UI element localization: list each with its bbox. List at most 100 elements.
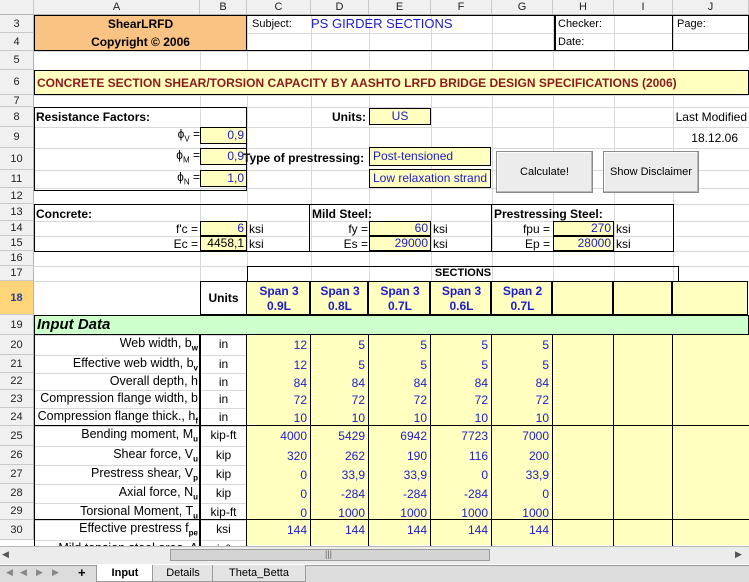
table-cell[interactable]: 6942 <box>369 429 427 443</box>
table-cell[interactable]: 1000 <box>369 506 427 520</box>
table-cell[interactable]: 144 <box>247 523 307 537</box>
column-header[interactable]: A <box>34 0 200 15</box>
table-cell[interactable]: 84 <box>369 376 427 390</box>
row-header[interactable]: 7 <box>0 95 34 107</box>
table-cell[interactable]: 84 <box>311 376 365 390</box>
table-cell[interactable]: 1000 <box>431 506 488 520</box>
table-cell[interactable]: 12 <box>247 358 307 372</box>
tab-details[interactable]: Details <box>152 565 214 582</box>
row-header[interactable]: 16 <box>0 251 34 266</box>
table-cell[interactable]: 7000 <box>492 429 549 443</box>
row-header[interactable]: 17 <box>0 266 34 281</box>
table-cell[interactable]: -284 <box>311 487 365 501</box>
table-cell[interactable]: 84 <box>247 376 307 390</box>
table-cell[interactable]: 144 <box>492 523 549 537</box>
tab-nav-prev-icon[interactable]: ◀ <box>20 567 27 578</box>
table-cell[interactable]: 116 <box>431 449 488 463</box>
table-cell[interactable]: 33,9 <box>492 468 549 482</box>
row-header[interactable]: 11 <box>0 170 34 188</box>
table-cell[interactable]: 0 <box>247 468 307 482</box>
row-header[interactable]: 13 <box>0 204 34 221</box>
fc-input[interactable]: 6 <box>200 221 247 236</box>
calculate-button[interactable]: Calculate! <box>496 151 593 193</box>
table-cell[interactable]: 5 <box>311 358 365 372</box>
fy-input[interactable]: 60 <box>369 221 431 236</box>
table-cell[interactable]: 5 <box>492 338 549 352</box>
table-cell[interactable]: 72 <box>311 393 365 407</box>
table-cell[interactable]: 0 <box>431 468 488 482</box>
table-cell[interactable]: 10 <box>247 411 307 425</box>
table-cell[interactable]: 5 <box>369 358 427 372</box>
tab-input[interactable]: Input <box>96 565 154 582</box>
row-header[interactable]: 9 <box>0 127 34 148</box>
table-cell[interactable]: 144 <box>369 523 427 537</box>
row-header[interactable]: 10 <box>0 148 34 170</box>
table-cell[interactable]: -284 <box>369 487 427 501</box>
table-cell[interactable]: 10 <box>492 411 549 425</box>
table-cell[interactable]: 10 <box>431 411 488 425</box>
table-cell[interactable]: 33,9 <box>311 468 365 482</box>
table-cell[interactable]: 200 <box>492 449 549 463</box>
subject-value[interactable]: PS GIRDER SECTIONS <box>311 16 453 31</box>
table-cell[interactable]: 5 <box>492 358 549 372</box>
row-header[interactable]: 4 <box>0 33 34 51</box>
column-header[interactable]: E <box>369 0 431 15</box>
table-cell[interactable]: 5 <box>311 338 365 352</box>
table-cell[interactable]: 5429 <box>311 429 365 443</box>
row-header[interactable]: 5 <box>0 51 34 70</box>
column-header[interactable]: F <box>431 0 492 15</box>
es-input[interactable]: 29000 <box>369 236 431 251</box>
tab-nav-next-icon[interactable]: ▶ <box>36 567 43 578</box>
column-header[interactable]: B <box>200 0 247 15</box>
table-cell[interactable]: 33,9 <box>369 468 427 482</box>
tab-nav-last-icon[interactable]: ▶ <box>52 567 59 578</box>
row-header[interactable]: 6 <box>0 70 34 95</box>
row-header[interactable]: 8 <box>0 107 34 127</box>
tab-theta-betta[interactable]: Theta_Betta <box>212 565 306 582</box>
scroll-right-arrow[interactable]: ▶ <box>735 549 747 561</box>
table-cell[interactable]: 5 <box>369 338 427 352</box>
table-cell[interactable]: 5 <box>431 358 488 372</box>
units-select[interactable]: US <box>369 108 431 125</box>
table-cell[interactable]: 7723 <box>431 429 488 443</box>
table-cell[interactable]: 262 <box>311 449 365 463</box>
table-cell[interactable]: 0 <box>492 487 549 501</box>
row-header[interactable]: 14 <box>0 221 34 236</box>
table-cell[interactable]: 0 <box>247 487 307 501</box>
row-header[interactable]: 18 <box>0 281 34 315</box>
table-cell[interactable]: 12 <box>247 338 307 352</box>
table-cell[interactable]: 144 <box>431 523 488 537</box>
table-cell[interactable]: 84 <box>431 376 488 390</box>
table-cell[interactable]: 190 <box>369 449 427 463</box>
fpu-input[interactable]: 270 <box>553 221 614 236</box>
row-header[interactable]: 3 <box>0 15 34 33</box>
table-cell[interactable]: 0 <box>247 506 307 520</box>
table-cell[interactable]: 320 <box>247 449 307 463</box>
table-cell[interactable]: 72 <box>369 393 427 407</box>
tab-nav-first-icon[interactable]: ◀ <box>6 567 13 578</box>
table-cell[interactable]: 72 <box>431 393 488 407</box>
table-cell[interactable]: 72 <box>492 393 549 407</box>
table-cell[interactable]: 4000 <box>247 429 307 443</box>
show-disclaimer-button[interactable]: Show Disclaimer <box>603 151 699 193</box>
column-header[interactable]: H <box>553 0 614 15</box>
table-cell[interactable]: 144 <box>311 523 365 537</box>
column-header[interactable]: C <box>247 0 311 15</box>
add-sheet-icon[interactable]: + <box>78 565 86 580</box>
table-cell[interactable]: 5 <box>431 338 488 352</box>
table-cell[interactable]: 10 <box>369 411 427 425</box>
strand-type-select[interactable]: Low relaxation strand <box>369 169 491 188</box>
table-cell[interactable]: 72 <box>247 393 307 407</box>
prestressing-type-select[interactable]: Post-tensioned <box>369 147 491 166</box>
ep-input[interactable]: 28000 <box>553 236 614 251</box>
row-header[interactable]: 19 <box>0 315 34 335</box>
corner-select-all[interactable] <box>0 0 34 15</box>
phi-v-input[interactable]: 0,9 <box>200 127 247 144</box>
column-header[interactable]: J <box>673 0 749 15</box>
row-header[interactable]: 12 <box>0 188 34 204</box>
column-header[interactable]: G <box>492 0 553 15</box>
row-header[interactable]: 15 <box>0 236 34 251</box>
scroll-left-arrow[interactable]: ◀ <box>2 549 14 561</box>
table-cell[interactable]: 84 <box>492 376 549 390</box>
phi-n-input[interactable]: 1,0 <box>200 170 247 187</box>
